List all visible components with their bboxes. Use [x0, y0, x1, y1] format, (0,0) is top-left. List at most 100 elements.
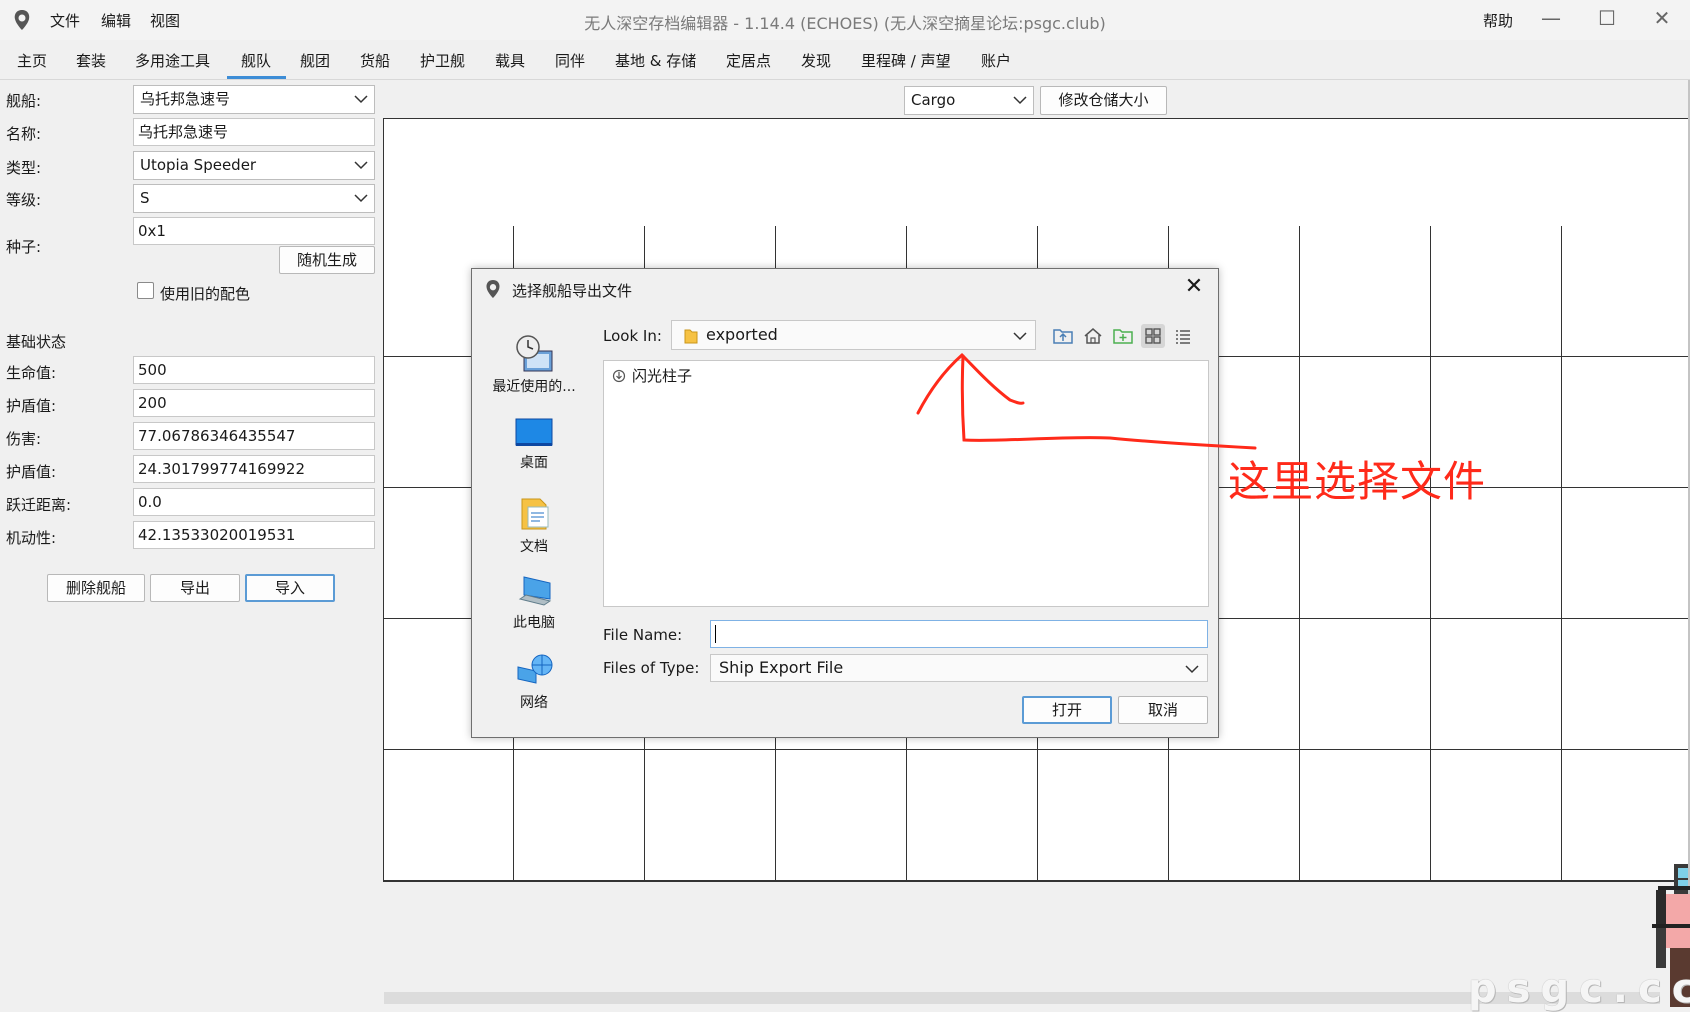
inventory-slot[interactable] [907, 750, 1038, 881]
home-icon[interactable] [1081, 324, 1105, 348]
file-list[interactable]: 闪光柱子 [603, 360, 1209, 607]
type-select[interactable]: Utopia Speeder [133, 151, 375, 180]
place-network[interactable]: 网络 [484, 653, 584, 712]
files-of-type-value: Ship Export File [719, 658, 844, 677]
tab-freighter[interactable]: 货船 [360, 50, 390, 71]
tab-multitool[interactable]: 多用途工具 [135, 50, 210, 71]
hyperdrive-input[interactable]: 0.0 [133, 488, 375, 516]
list-view-icon[interactable] [1171, 324, 1195, 348]
inventory-slot[interactable] [1562, 750, 1690, 881]
damage-label: 伤害: [6, 430, 42, 448]
desktop-icon [515, 418, 553, 446]
type-label: 类型: [6, 159, 42, 177]
maneuver-label: 机动性: [6, 529, 57, 547]
inventory-slot[interactable] [514, 750, 645, 881]
shield2-label: 护盾值: [6, 463, 57, 481]
minimize-icon[interactable]: — [1536, 6, 1566, 32]
place-desktop[interactable]: 桌面 [484, 417, 584, 472]
export-file-icon [612, 369, 626, 383]
tab-milestones[interactable]: 里程碑 / 声望 [861, 50, 951, 71]
seed-input[interactable]: 0x1 [133, 217, 375, 245]
tab-suit[interactable]: 套装 [76, 50, 106, 71]
inventory-slot[interactable] [1300, 619, 1431, 750]
random-seed-button[interactable]: 随机生成 [279, 246, 375, 274]
export-button[interactable]: 导出 [150, 574, 240, 602]
maneuver-input[interactable]: 42.13533020019531 [133, 521, 375, 549]
class-select-value: S [140, 189, 150, 207]
chevron-down-icon [1013, 332, 1027, 341]
tab-frigate[interactable]: 护卫舰 [420, 50, 465, 71]
ship-select[interactable]: 乌托邦急速号 [133, 85, 375, 114]
menu-help[interactable]: 帮助 [1483, 10, 1513, 31]
inventory-slot[interactable] [776, 750, 907, 881]
shield2-input[interactable]: 24.301799774169922 [133, 455, 375, 483]
inventory-header-area [383, 118, 1690, 227]
old-colors-checkbox[interactable] [137, 282, 154, 299]
inventory-slot[interactable] [383, 750, 514, 881]
tab-fleet[interactable]: 舰队 [241, 50, 271, 71]
place-recent[interactable]: 最近使用的... [484, 333, 584, 396]
class-select[interactable]: S [133, 184, 375, 213]
cancel-button[interactable]: 取消 [1118, 696, 1208, 724]
inventory-slot[interactable] [1431, 750, 1562, 881]
old-colors-label: 使用旧的配色 [160, 285, 251, 303]
new-folder-icon[interactable] [1111, 324, 1135, 348]
active-tab-indicator [227, 76, 286, 79]
inventory-slot[interactable] [1300, 750, 1431, 881]
place-desktop-label: 桌面 [520, 455, 548, 471]
files-of-type-select[interactable]: Ship Export File [710, 654, 1208, 682]
inventory-slot[interactable] [1431, 619, 1562, 750]
grid-view-icon[interactable] [1141, 324, 1165, 348]
chevron-down-icon [354, 194, 368, 203]
tab-squadron[interactable]: 舰团 [300, 50, 330, 71]
look-in-label: Look In: [603, 327, 662, 345]
documents-icon [521, 498, 549, 530]
shield-input[interactable]: 200 [133, 389, 375, 417]
import-button[interactable]: 导入 [245, 574, 335, 602]
inventory-type-value: Cargo [911, 91, 956, 109]
inventory-slot[interactable] [645, 750, 776, 881]
place-this-pc[interactable]: 此电脑 [484, 573, 584, 632]
health-input[interactable]: 500 [133, 356, 375, 384]
place-this-pc-label: 此电脑 [513, 615, 555, 631]
tab-account[interactable]: 账户 [981, 50, 1011, 71]
maximize-icon[interactable]: ☐ [1592, 6, 1622, 32]
open-button[interactable]: 打开 [1022, 696, 1112, 724]
look-in-select[interactable]: exported [671, 320, 1036, 350]
tab-home[interactable]: 主页 [17, 50, 47, 71]
inventory-slot[interactable] [1431, 226, 1562, 357]
delete-ship-button[interactable]: 删除舰船 [47, 574, 145, 602]
inventory-type-select[interactable]: Cargo [904, 86, 1034, 115]
tab-companion[interactable]: 同伴 [555, 50, 585, 71]
hyperdrive-label: 跃迁距离: [6, 496, 72, 514]
inventory-slot[interactable] [1562, 357, 1690, 488]
inventory-slot[interactable] [1562, 488, 1690, 619]
annotation-text: 这里选择文件 [1228, 457, 1487, 506]
file-item-label: 闪光柱子 [632, 367, 693, 385]
chevron-down-icon [1185, 665, 1199, 674]
name-input[interactable]: 乌托邦急速号 [133, 118, 375, 146]
inventory-slot[interactable] [1300, 226, 1431, 357]
ship-label: 舰船: [6, 92, 42, 110]
tab-discovery[interactable]: 发现 [801, 50, 831, 71]
window-title: 无人深空存档编辑器 - 1.14.4 (ECHOES) (无人深空摘星论坛:ps… [584, 14, 1106, 33]
file-name-input[interactable] [710, 620, 1208, 648]
dialog-app-icon [486, 280, 500, 298]
tab-base-storage[interactable]: 基地 & 存储 [615, 50, 696, 71]
inventory-slot[interactable] [1562, 619, 1690, 750]
tab-vehicle[interactable]: 载具 [495, 50, 525, 71]
inventory-slot[interactable] [1038, 750, 1169, 881]
inventory-slot[interactable] [1562, 226, 1690, 357]
resize-inventory-button[interactable]: 修改仓储大小 [1040, 86, 1167, 115]
place-documents[interactable]: 文档 [484, 493, 584, 556]
watermark: psgc.cc [1468, 966, 1690, 1012]
inventory-slot[interactable] [1169, 750, 1300, 881]
up-folder-icon[interactable] [1051, 324, 1075, 348]
damage-input[interactable]: 77.06786346435547 [133, 422, 375, 450]
type-select-value: Utopia Speeder [140, 156, 257, 174]
close-window-icon[interactable]: ✕ [1647, 6, 1677, 32]
dialog-title: 选择舰船导出文件 [512, 282, 633, 300]
tab-settlement[interactable]: 定居点 [726, 50, 771, 71]
file-item[interactable]: 闪光柱子 [612, 365, 692, 386]
dialog-close-icon[interactable]: ✕ [1182, 276, 1206, 300]
